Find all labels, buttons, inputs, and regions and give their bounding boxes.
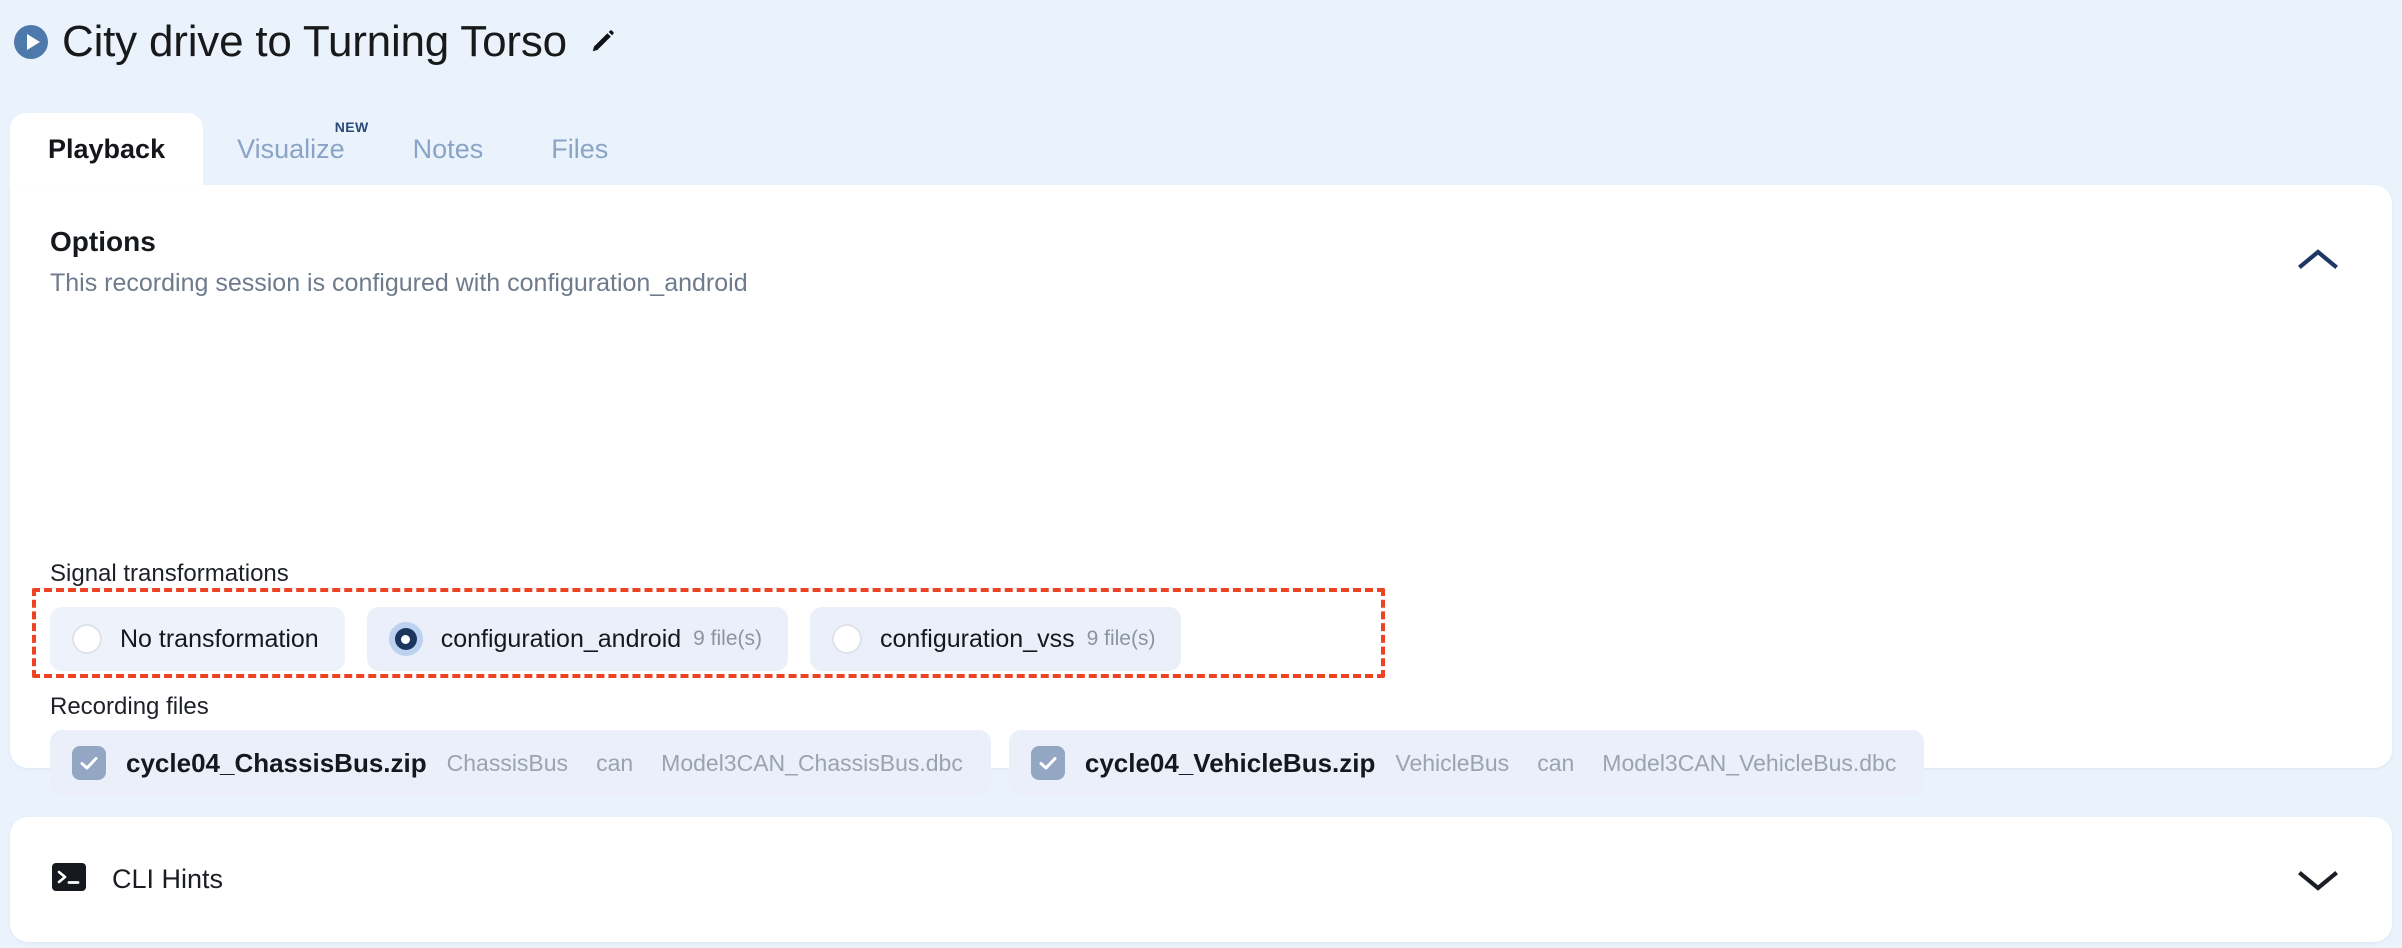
radio-label: configuration_android xyxy=(440,624,682,653)
file-protocol: can xyxy=(596,749,634,776)
tab-label: Files xyxy=(551,133,609,164)
radio-indicator-selected xyxy=(388,622,423,656)
tab-files[interactable]: Files xyxy=(517,113,642,185)
page-header: City drive to Turning Torso xyxy=(14,10,617,74)
tab-bar: Playback NEW Visualize Notes Files xyxy=(10,113,642,185)
recording-file-chassisbus[interactable]: cycle04_ChassisBus.zip ChassisBus can Mo… xyxy=(50,730,991,796)
tab-label: Visualize xyxy=(237,133,345,164)
pencil-edit-icon[interactable] xyxy=(587,27,617,57)
options-header: Options This recording session is config… xyxy=(50,225,2352,298)
file-bus: ChassisBus xyxy=(446,749,569,776)
tab-notes[interactable]: Notes xyxy=(379,113,518,185)
radio-inner-ring xyxy=(394,628,417,650)
file-name: cycle04_ChassisBus.zip xyxy=(126,747,427,778)
options-collapse-chevron-up-icon[interactable] xyxy=(2290,237,2346,281)
new-badge: NEW xyxy=(334,119,369,135)
tab-label: Playback xyxy=(48,133,166,164)
terminal-icon xyxy=(50,860,88,899)
cli-hints-chevron-down-icon[interactable] xyxy=(2290,858,2346,902)
options-subtitle: This recording session is configured wit… xyxy=(50,268,748,297)
radio-indicator xyxy=(832,624,863,654)
tab-label: Notes xyxy=(412,133,484,164)
radio-file-count: 9 file(s) xyxy=(693,627,763,650)
radio-option-configuration-android[interactable]: configuration_android 9 file(s) xyxy=(366,607,789,671)
options-title: Options xyxy=(50,226,156,257)
file-bus: VehicleBus xyxy=(1395,749,1510,776)
tab-visualize[interactable]: NEW Visualize xyxy=(203,113,379,185)
app-page: City drive to Turning Torso Playback NEW… xyxy=(0,0,2402,948)
cli-hints-card[interactable]: CLI Hints xyxy=(10,817,2392,942)
recording-files-list: cycle04_ChassisBus.zip ChassisBus can Mo… xyxy=(50,730,1925,796)
checkbox-checked-icon[interactable] xyxy=(1030,746,1065,780)
radio-inner-dot xyxy=(401,634,411,644)
radio-option-no-transformation[interactable]: No transformation xyxy=(50,607,345,671)
options-card: Options This recording session is config… xyxy=(10,185,2392,912)
page-title: City drive to Turning Torso xyxy=(62,17,567,66)
radio-label: No transformation xyxy=(120,624,319,653)
tab-playback[interactable]: Playback xyxy=(10,113,204,185)
play-triangle xyxy=(26,34,40,50)
cli-hints-label: CLI Hints xyxy=(112,864,224,894)
radio-indicator xyxy=(72,624,102,654)
radio-option-configuration-vss[interactable]: configuration_vss 9 file(s) xyxy=(810,607,1182,671)
radio-file-count: 9 file(s) xyxy=(1086,627,1156,650)
cli-hints-row: CLI Hints xyxy=(50,817,223,942)
file-dbc: Model3CAN_VehicleBus.dbc xyxy=(1602,749,1897,776)
file-dbc: Model3CAN_ChassisBus.dbc xyxy=(661,749,963,776)
signal-transformations-group: No transformation configuration_android … xyxy=(50,607,1182,671)
recording-files-label: Recording files xyxy=(50,693,209,720)
signal-transformations-label: Signal transformations xyxy=(50,560,289,587)
file-name: cycle04_VehicleBus.zip xyxy=(1084,747,1376,778)
play-circle-icon[interactable] xyxy=(14,25,48,59)
checkbox-checked-icon[interactable] xyxy=(72,746,106,780)
recording-file-vehiclebus[interactable]: cycle04_VehicleBus.zip VehicleBus can Mo… xyxy=(1008,730,1925,796)
radio-label: configuration_vss xyxy=(880,624,1075,653)
file-protocol: can xyxy=(1537,749,1575,776)
